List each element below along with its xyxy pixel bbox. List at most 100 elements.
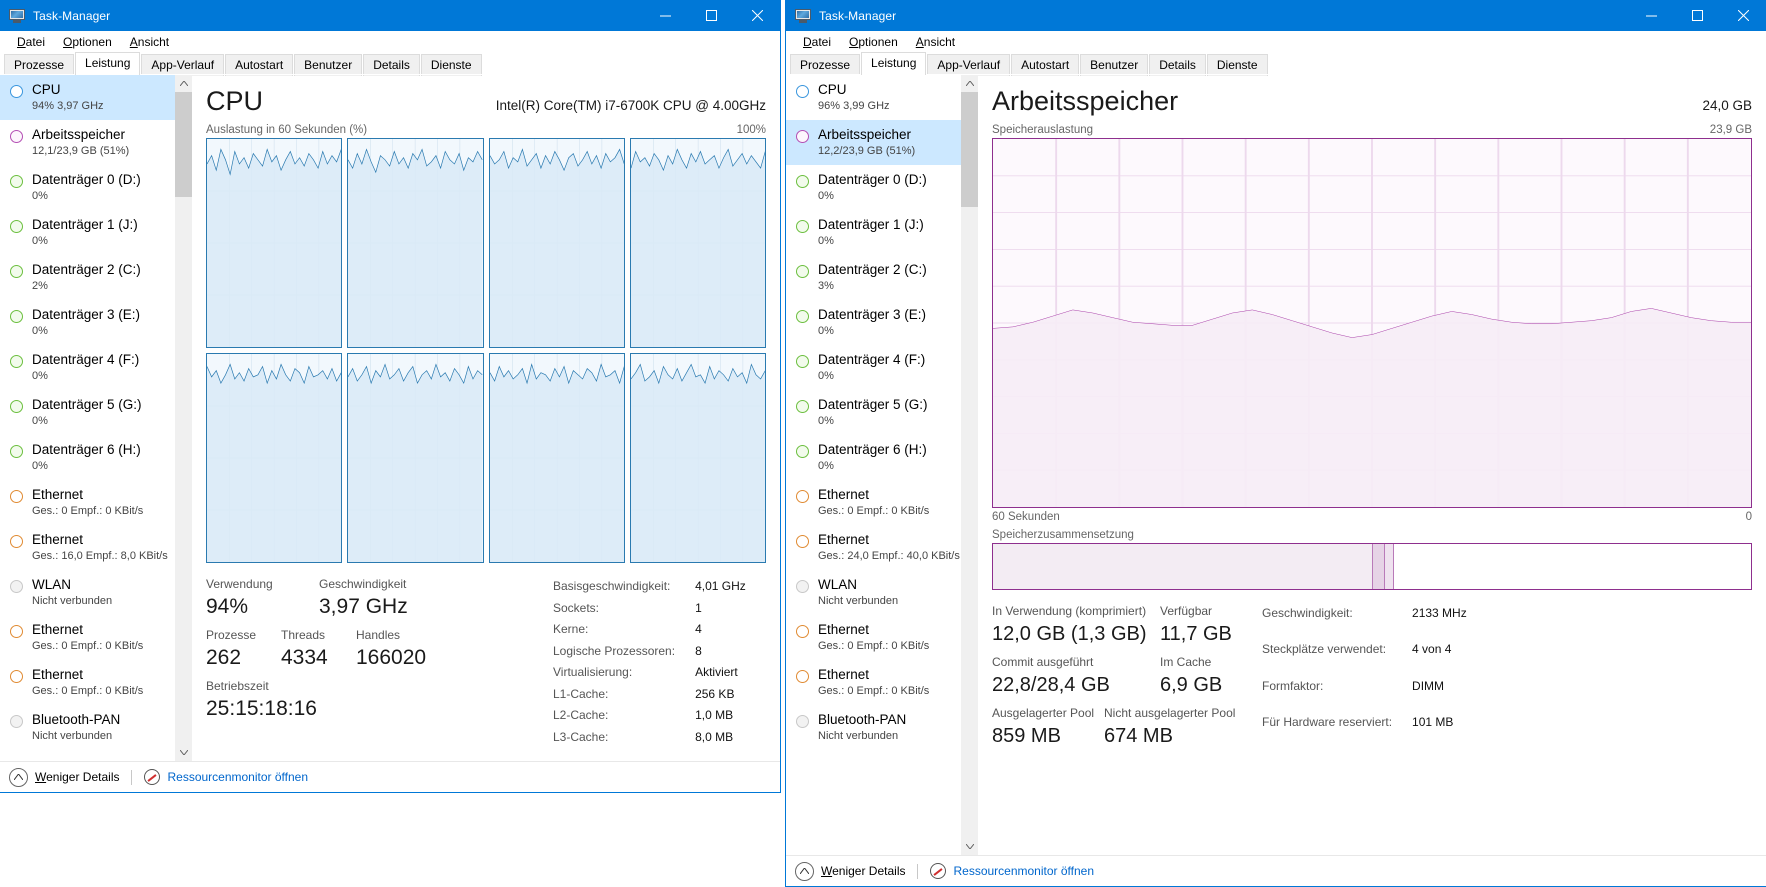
sidebar-item-datentr-ger-4-f[interactable]: Datenträger 4 (F:) 0%	[786, 345, 961, 390]
eth-indicator-icon	[10, 535, 23, 548]
close-icon[interactable]	[734, 0, 780, 31]
sidebar-item-datentr-ger-1-j[interactable]: Datenträger 1 (J:) 0%	[0, 210, 175, 255]
sidebar-item-datentr-ger-2-c[interactable]: Datenträger 2 (C:) 3%	[786, 255, 961, 300]
disk-indicator-icon	[10, 400, 23, 413]
tab-benutzer[interactable]: Benutzer	[294, 54, 363, 76]
sidebar-item-text: WLAN Nicht verbunden	[32, 576, 112, 609]
info-row: Basisgeschwindigkeit: 4,01 GHz	[553, 578, 746, 598]
menu-ansicht[interactable]: Ansicht	[121, 33, 178, 51]
tab-app-verlauf[interactable]: App-Verlauf	[927, 54, 1011, 76]
open-resource-monitor-link[interactable]: Ressourcenmonitor öffnen	[953, 864, 1094, 878]
cpu-core-graph	[206, 138, 343, 348]
tab-dienste[interactable]: Dienste	[1206, 54, 1268, 76]
stat-label: Commit ausgeführt	[992, 655, 1094, 669]
sidebar-item-ethernet[interactable]: Ethernet Ges.: 16,0 Empf.: 8,0 KBit/s	[0, 525, 175, 570]
sidebar-item-ethernet[interactable]: Ethernet Ges.: 0 Empf.: 0 KBit/s	[0, 660, 175, 705]
sidebar-item-text: Arbeitsspeicher 12,1/23,9 GB (51%)	[32, 126, 129, 159]
sidebar-scrollbar-right[interactable]	[961, 75, 978, 855]
sidebar-item-datentr-ger-1-j[interactable]: Datenträger 1 (J:) 0%	[786, 210, 961, 255]
tab-prozesse[interactable]: Prozesse	[4, 54, 75, 76]
disk-indicator-icon	[10, 220, 23, 233]
scroll-down-icon[interactable]	[175, 744, 192, 761]
sidebar-item-ethernet[interactable]: Ethernet Ges.: 0 Empf.: 0 KBit/s	[786, 660, 961, 705]
sidebar-item-datentr-ger-3-e[interactable]: Datenträger 3 (E:) 0%	[0, 300, 175, 345]
tab-autostart[interactable]: Autostart	[225, 54, 294, 76]
sidebar-item-datentr-ger-0-d[interactable]: Datenträger 0 (D:) 0%	[0, 165, 175, 210]
info-key: Geschwindigkeit:	[1262, 606, 1353, 620]
disk-indicator-icon	[796, 310, 809, 323]
tab-autostart[interactable]: Autostart	[1011, 54, 1080, 76]
info-key: Für Hardware reserviert:	[1262, 714, 1393, 729]
less-details-button[interactable]: Weniger Details	[821, 864, 905, 878]
scrollbar-thumb[interactable]	[175, 92, 192, 197]
sidebar-item-cpu[interactable]: CPU 96% 3,99 GHz	[786, 75, 961, 120]
sidebar-item-bluetooth-pan[interactable]: Bluetooth-PAN Nicht verbunden	[0, 705, 175, 750]
tab-details[interactable]: Details	[363, 54, 420, 76]
chevron-up-circle-icon[interactable]	[795, 861, 814, 881]
maximize-icon[interactable]	[688, 0, 734, 31]
sidebar-item-cpu[interactable]: CPU 94% 3,97 GHz	[0, 75, 175, 120]
stat-value: 3,97 GHz	[319, 595, 408, 618]
sidebar-item-ethernet[interactable]: Ethernet Ges.: 0 Empf.: 0 KBit/s	[786, 480, 961, 525]
sidebar-scrollbar-left[interactable]	[175, 75, 192, 761]
sidebar-item-arbeitsspeicher[interactable]: Arbeitsspeicher 12,2/23,9 GB (51%)	[786, 120, 961, 165]
tab-leistung[interactable]: Leistung	[75, 52, 141, 75]
stat-value: 11,7 GB	[1160, 623, 1232, 645]
less-details-button[interactable]: Weniger Details	[35, 770, 119, 784]
minimize-icon[interactable]	[1628, 0, 1674, 31]
sidebar-item-sublabel: Nicht verbunden	[32, 730, 113, 742]
open-resource-monitor-link[interactable]: Ressourcenmonitor öffnen	[167, 770, 308, 784]
tab-prozesse[interactable]: Prozesse	[790, 54, 861, 76]
sidebar-item-datentr-ger-6-h[interactable]: Datenträger 6 (H:) 0%	[0, 435, 175, 480]
sidebar-item-text: Bluetooth-PAN Nicht verbunden	[818, 711, 906, 744]
sidebar-item-ethernet[interactable]: Ethernet Ges.: 0 Empf.: 0 KBit/s	[786, 615, 961, 660]
tab-app-verlauf[interactable]: App-Verlauf	[141, 54, 225, 76]
axis-left-label: 60 Sekunden	[992, 511, 1060, 523]
sidebar-item-bluetooth-pan[interactable]: Bluetooth-PAN Nicht verbunden	[786, 705, 961, 750]
window-title: Task-Manager	[819, 8, 897, 23]
sidebar-item-wlan[interactable]: WLAN Nicht verbunden	[0, 570, 175, 615]
sidebar-item-label: Datenträger 3 (E:)	[818, 307, 927, 322]
sidebar-item-wlan[interactable]: WLAN Nicht verbunden	[786, 570, 961, 615]
info-value: 4,01 GHz	[695, 579, 746, 593]
menu-optionen[interactable]: Optionen	[54, 33, 121, 51]
tab-dienste[interactable]: Dienste	[420, 54, 482, 76]
resource-monitor-icon[interactable]	[144, 769, 161, 785]
scrollbar-thumb[interactable]	[961, 92, 978, 207]
info-row: Formfaktor: DIMM	[1262, 678, 1467, 712]
sidebar-item-sublabel: 96% 3,99 GHz	[818, 100, 890, 112]
sidebar-item-datentr-ger-4-f[interactable]: Datenträger 4 (F:) 0%	[0, 345, 175, 390]
tab-details[interactable]: Details	[1149, 54, 1206, 76]
scroll-up-icon[interactable]	[175, 75, 192, 92]
sidebar-item-text: Ethernet Ges.: 0 Empf.: 0 KBit/s	[32, 666, 143, 699]
sidebar-item-ethernet[interactable]: Ethernet Ges.: 24,0 Empf.: 40,0 KBit/s	[786, 525, 961, 570]
tab-benutzer[interactable]: Benutzer	[1080, 54, 1149, 76]
chevron-up-circle-icon[interactable]	[9, 767, 28, 787]
stat-value: 262	[206, 646, 242, 669]
sidebar-item-datentr-ger-6-h[interactable]: Datenträger 6 (H:) 0%	[786, 435, 961, 480]
sidebar-item-ethernet[interactable]: Ethernet Ges.: 0 Empf.: 0 KBit/s	[0, 615, 175, 660]
resource-monitor-icon[interactable]	[930, 863, 947, 879]
scroll-up-icon[interactable]	[961, 75, 978, 92]
sidebar-item-ethernet[interactable]: Ethernet Ges.: 0 Empf.: 0 KBit/s	[0, 480, 175, 525]
stat-label: Ausgelagerter Pool	[992, 706, 1095, 720]
scroll-down-icon[interactable]	[961, 838, 978, 855]
minimize-icon[interactable]	[642, 0, 688, 31]
eth-indicator-icon	[796, 625, 809, 638]
menu-optionen[interactable]: Optionen	[840, 33, 907, 51]
sidebar-item-datentr-ger-5-g[interactable]: Datenträger 5 (G:) 0%	[786, 390, 961, 435]
menubar-left: Datei Optionen Ansicht	[0, 31, 780, 53]
sidebar-item-arbeitsspeicher[interactable]: Arbeitsspeicher 12,1/23,9 GB (51%)	[0, 120, 175, 165]
tab-leistung[interactable]: Leistung	[861, 52, 927, 75]
maximize-icon[interactable]	[1674, 0, 1720, 31]
sidebar-item-datentr-ger-2-c[interactable]: Datenträger 2 (C:) 2%	[0, 255, 175, 300]
memory-stats: In Verwendung (komprimiert) 12,0 GB (1,3…	[992, 603, 1752, 750]
menu-datei[interactable]: Datei	[8, 33, 54, 51]
sidebar-item-label: Ethernet	[32, 622, 84, 637]
close-icon[interactable]	[1720, 0, 1766, 31]
menu-ansicht[interactable]: Ansicht	[907, 33, 964, 51]
sidebar-item-datentr-ger-3-e[interactable]: Datenträger 3 (E:) 0%	[786, 300, 961, 345]
menu-datei[interactable]: Datei	[794, 33, 840, 51]
sidebar-item-datentr-ger-5-g[interactable]: Datenträger 5 (G:) 0%	[0, 390, 175, 435]
sidebar-item-datentr-ger-0-d[interactable]: Datenträger 0 (D:) 0%	[786, 165, 961, 210]
